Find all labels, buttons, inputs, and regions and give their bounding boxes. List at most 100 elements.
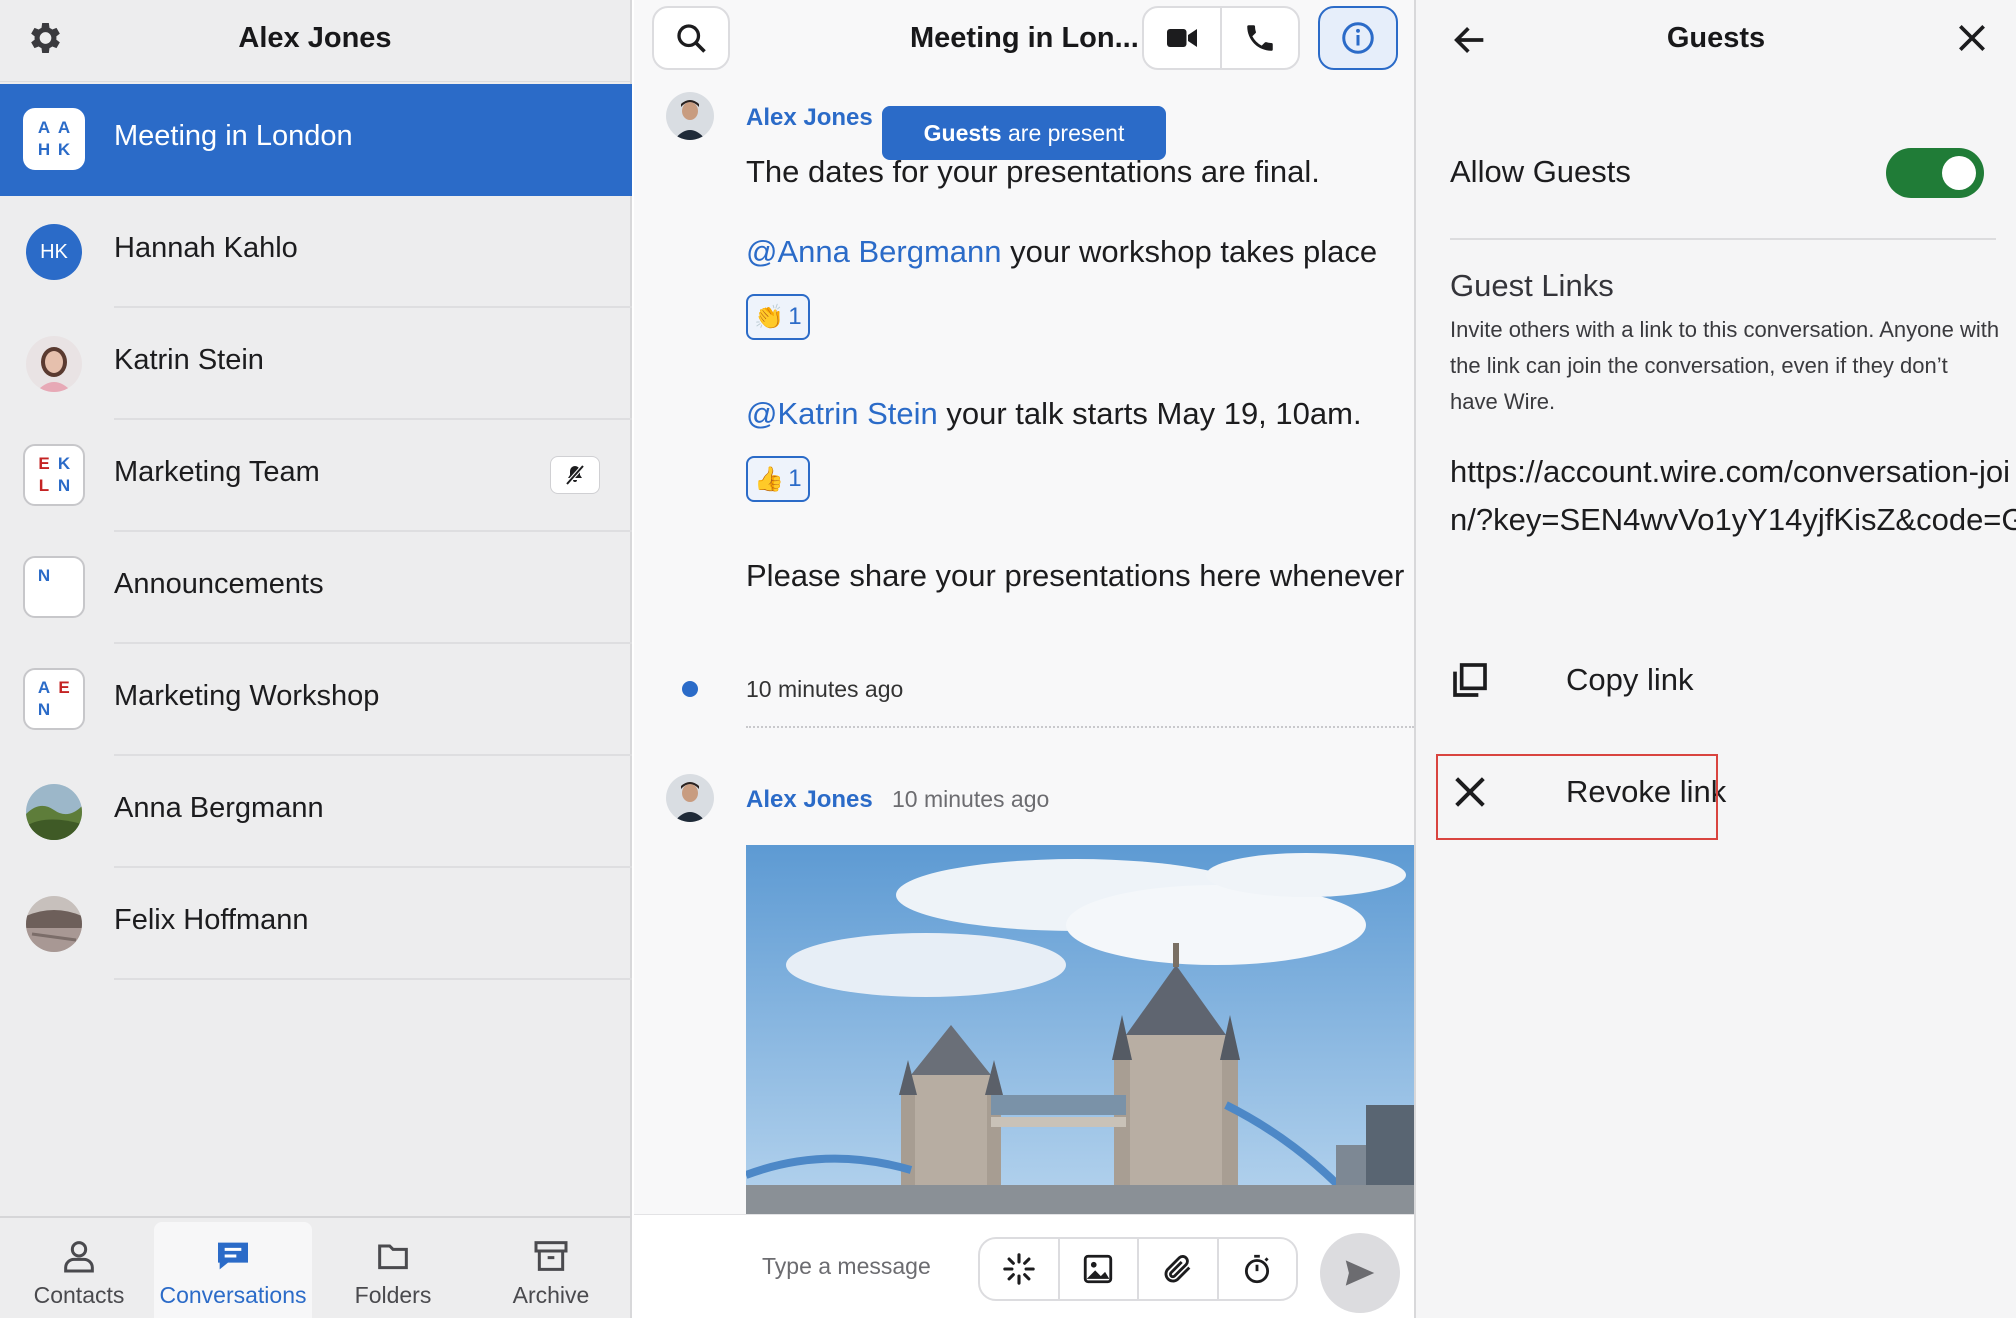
conversation-item-meeting-in-london[interactable]: A A H K Meeting in London xyxy=(0,84,632,196)
video-call-button[interactable] xyxy=(1142,6,1222,70)
conversation-item-felix-hoffmann[interactable]: Felix Hoffmann xyxy=(0,868,632,980)
group-avatar: A E N xyxy=(23,668,85,730)
ping-button[interactable] xyxy=(980,1239,1060,1299)
guest-links-title: Guest Links xyxy=(1450,268,1614,303)
reaction-button[interactable]: 👍 1 xyxy=(746,456,810,502)
conversation-item-hannah-kahlo[interactable]: HK Hannah Kahlo xyxy=(0,196,632,308)
avatar-letter: A xyxy=(37,678,51,697)
avatar-letter: K xyxy=(57,454,71,473)
guest-link-url[interactable]: https://account.wire.com/conversation-jo… xyxy=(1450,448,2016,544)
nav-label: Archive xyxy=(512,1282,590,1308)
message-text: @Anna Bergmann your workshop takes place xyxy=(746,234,1377,270)
conversation-name: Meeting in London xyxy=(114,120,353,152)
message-composer: Type a message xyxy=(634,1214,1414,1318)
message-fragment: your workshop takes place xyxy=(1001,234,1378,269)
guests-panel: Guests Allow Guests Guest Links Invite o… xyxy=(1414,0,2016,1318)
left-header: Alex Jones xyxy=(0,0,630,82)
copy-link-label: Copy link xyxy=(1566,662,1694,697)
banner-text: are present xyxy=(1001,120,1125,146)
conversation-name: Marketing Team xyxy=(114,456,320,488)
image-icon xyxy=(1084,1254,1113,1284)
conversation-name: Marketing Workshop xyxy=(114,680,380,712)
avatar-letter: E xyxy=(38,454,50,473)
message-time: 10 minutes ago xyxy=(892,786,1050,812)
conversation-item-katrin-stein[interactable]: Katrin Stein xyxy=(0,308,632,420)
search-icon xyxy=(677,24,706,53)
conversation-name: Katrin Stein xyxy=(114,344,264,376)
close-icon[interactable] xyxy=(1952,18,1992,58)
panel-title: Guests xyxy=(1666,22,1766,54)
tower-bridge-image[interactable] xyxy=(746,845,1414,1215)
conversation-item-announcements[interactable]: N Announcements xyxy=(0,532,632,644)
info-button[interactable] xyxy=(1318,6,1398,70)
conversation-name: Hannah Kahlo xyxy=(114,232,298,264)
conversation-panel: Meeting in Lon... Alex Jones Guests are … xyxy=(634,0,1414,1318)
conversation-name: Announcements xyxy=(114,568,324,600)
attachment-button[interactable] xyxy=(1139,1239,1219,1299)
avatar-letter: E xyxy=(58,678,70,697)
conversations-icon xyxy=(218,1242,248,1270)
timer-icon xyxy=(1245,1254,1270,1284)
avatar-letter: A xyxy=(37,118,51,137)
archive-icon xyxy=(534,1241,568,1271)
avatar xyxy=(26,896,82,952)
message-text: @Katrin Stein your talk starts May 19, 1… xyxy=(746,396,1362,432)
conversation-name: Anna Bergmann xyxy=(114,792,324,824)
revoke-link-highlight xyxy=(1436,754,1718,840)
send-icon xyxy=(1345,1260,1375,1286)
mention[interactable]: @Katrin Stein xyxy=(746,396,938,431)
allow-guests-label: Allow Guests xyxy=(1450,154,1631,189)
timer-button[interactable] xyxy=(1219,1239,1297,1299)
allow-guests-toggle[interactable] xyxy=(1886,148,1984,198)
divider xyxy=(1450,238,1996,240)
nav-label: Conversations xyxy=(159,1282,307,1308)
composer-toolbar xyxy=(978,1237,1298,1301)
thumbs-up-emoji: 👍 xyxy=(754,465,785,493)
nav-archive[interactable]: Archive xyxy=(472,1222,630,1318)
conversation-item-marketing-team[interactable]: E K L N Marketing Team xyxy=(0,420,632,532)
folders-icon xyxy=(378,1244,408,1270)
search-button[interactable] xyxy=(652,6,730,70)
conversation-list-panel: Alex Jones A A H K Meeting in London HK … xyxy=(0,0,632,1318)
mute-icon[interactable] xyxy=(550,456,600,494)
unread-divider xyxy=(746,726,1414,728)
clap-emoji: 👏 xyxy=(754,303,785,331)
nav-label: Folders xyxy=(354,1282,432,1308)
avatar-letter: N xyxy=(37,700,51,719)
copy-link-button[interactable]: Copy link xyxy=(1450,646,2010,716)
conversation-item-anna-bergmann[interactable]: Anna Bergmann xyxy=(0,756,632,868)
info-icon xyxy=(1342,22,1374,54)
contacts-icon xyxy=(64,1241,94,1273)
banner-bold-text: Guests xyxy=(923,120,1002,146)
send-button[interactable] xyxy=(1320,1233,1400,1313)
guest-links-description: Invite others with a link to this conver… xyxy=(1450,317,2000,414)
video-icon xyxy=(1167,29,1197,47)
avatar[interactable] xyxy=(666,92,714,140)
image-button[interactable] xyxy=(1060,1239,1139,1299)
mention[interactable]: @Anna Bergmann xyxy=(746,234,1002,269)
message-text: Please share your presentations here whe… xyxy=(746,558,1405,593)
nav-label: Contacts xyxy=(33,1282,125,1308)
nav-contacts[interactable]: Contacts xyxy=(0,1222,158,1318)
group-avatar: E K L N xyxy=(23,444,85,506)
avatar-letter: H xyxy=(37,140,51,159)
audio-call-button[interactable] xyxy=(1220,6,1300,70)
timestamp: 10 minutes ago xyxy=(746,676,904,702)
reaction-count: 1 xyxy=(788,303,802,330)
nav-conversations[interactable]: Conversations xyxy=(154,1222,312,1318)
conversation-title[interactable]: Meeting in Lon... xyxy=(910,22,1139,55)
nav-folders[interactable]: Folders xyxy=(314,1222,472,1318)
guests-header: Guests xyxy=(1416,0,2016,82)
message-text: The dates for your presentations are fin… xyxy=(746,154,1320,189)
avatar: HK xyxy=(26,224,82,280)
message-input[interactable]: Type a message xyxy=(762,1253,931,1280)
message-author[interactable]: Alex Jones xyxy=(746,786,873,814)
conversation-item-marketing-workshop[interactable]: A E N Marketing Workshop xyxy=(0,644,632,756)
message-author[interactable]: Alex Jones xyxy=(746,104,873,132)
conversation-name: Felix Hoffmann xyxy=(114,904,309,936)
reaction-button[interactable]: 👏 1 xyxy=(746,294,810,340)
avatar[interactable] xyxy=(666,774,714,822)
user-name-title: Alex Jones xyxy=(238,22,392,54)
copy-icon xyxy=(1453,663,1487,697)
message-fragment: your talk starts May 19, 10am. xyxy=(937,396,1362,431)
